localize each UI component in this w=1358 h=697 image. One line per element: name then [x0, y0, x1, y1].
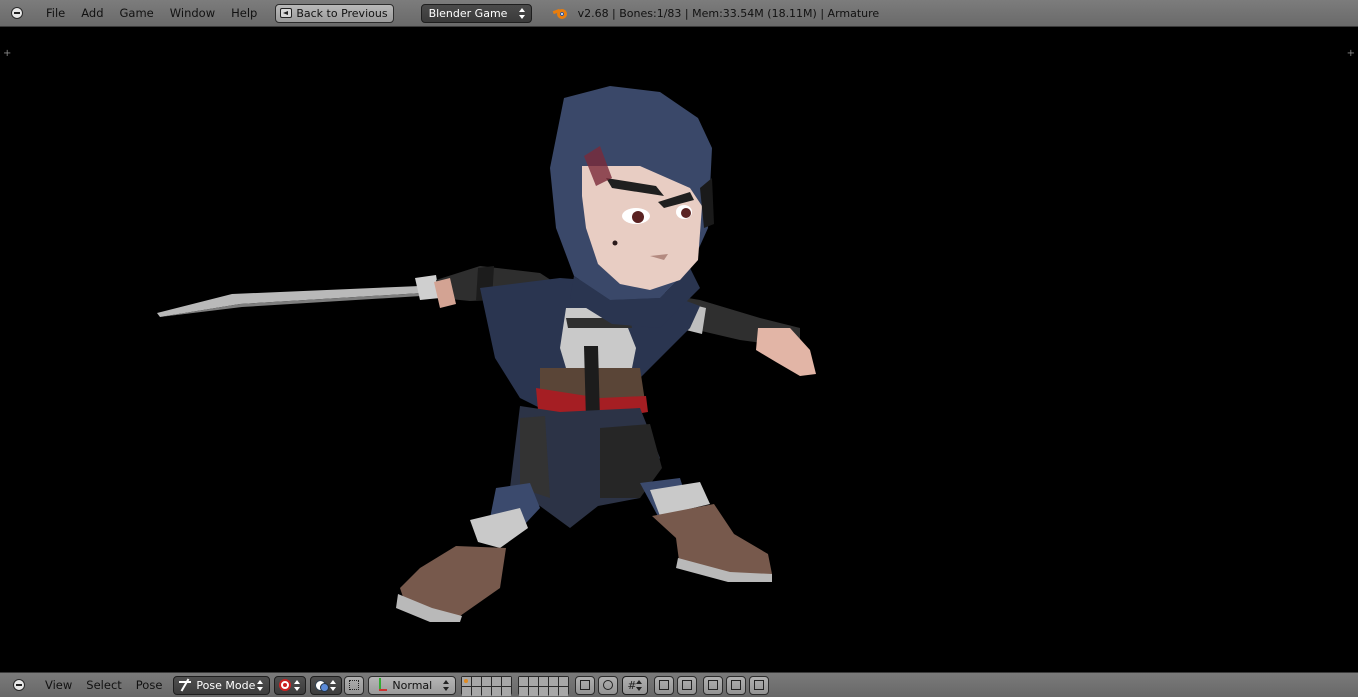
updown-arrows-icon — [518, 7, 526, 19]
copy-pose-button[interactable] — [703, 675, 724, 695]
lock-to-scene-button[interactable] — [575, 675, 596, 695]
3d-viewport[interactable]: + + — [0, 28, 1358, 671]
layer-15[interactable] — [502, 686, 512, 696]
view-menu-bar: View Select Pose — [38, 673, 169, 697]
updown-arrows-icon — [443, 679, 450, 691]
proportional-edit-icon — [603, 680, 614, 690]
menu-help[interactable]: Help — [223, 0, 265, 27]
only-selected-pivot-button[interactable] — [344, 675, 365, 695]
back-arrow-icon — [280, 8, 293, 18]
interaction-mode-select[interactable]: Pose Mode — [173, 675, 271, 695]
layer-11[interactable] — [462, 686, 472, 696]
layer-6[interactable] — [519, 676, 529, 686]
menu-add[interactable]: Add — [73, 0, 111, 27]
area-collapse-icon[interactable] — [13, 679, 25, 691]
opengl-animation-button[interactable] — [677, 675, 698, 695]
layer-5[interactable] — [502, 676, 512, 686]
layer-19[interactable] — [549, 686, 559, 696]
menu-window[interactable]: Window — [162, 0, 223, 27]
snap-element-select[interactable]: # — [622, 675, 649, 695]
copy-pose-icon — [708, 680, 719, 690]
scene-layers-group-1[interactable] — [461, 675, 513, 696]
updown-arrows-icon — [330, 679, 337, 691]
scene-layers-group-2[interactable] — [518, 675, 570, 696]
head — [550, 86, 714, 328]
viewport-shading-select[interactable] — [310, 675, 343, 695]
menu-file[interactable]: File — [38, 0, 73, 27]
back-to-previous-label: Back to Previous — [296, 6, 388, 20]
layer-8[interactable] — [539, 676, 549, 686]
layer-9[interactable] — [549, 676, 559, 686]
layer-1[interactable] — [462, 676, 472, 686]
layer-10[interactable] — [559, 676, 569, 686]
layer-2[interactable] — [472, 676, 482, 686]
sword-model — [157, 275, 440, 317]
menu-select[interactable]: Select — [79, 673, 128, 697]
info-header: File Add Game Window Help Back to Previo… — [0, 0, 1358, 27]
snap-increment-icon: # — [627, 678, 637, 692]
layer-16[interactable] — [519, 686, 529, 696]
back-to-previous-button[interactable]: Back to Previous — [275, 3, 394, 23]
proportional-editing-button[interactable] — [598, 675, 619, 695]
layer-12[interactable] — [472, 686, 482, 696]
3d-view-header: View Select Pose Pose Mode Normal # — [0, 672, 1358, 697]
pivot-point-select[interactable] — [274, 675, 307, 695]
paste-pose-button[interactable] — [726, 675, 747, 695]
layer-20[interactable] — [559, 686, 569, 696]
transform-orientation-select[interactable]: Normal — [368, 675, 457, 695]
render-engine-value: Blender Game — [428, 6, 508, 20]
paste-flipped-pose-button[interactable] — [749, 675, 770, 695]
clapper-render-icon — [682, 680, 693, 690]
paste-flipped-pose-icon — [754, 680, 765, 690]
area-collapse-icon[interactable] — [11, 7, 23, 19]
updown-arrows-icon — [294, 679, 301, 691]
menu-pose[interactable]: Pose — [129, 673, 170, 697]
main-menu: File Add Game Window Help — [38, 0, 265, 27]
render-engine-select[interactable]: Blender Game — [420, 3, 532, 23]
pivot-point-icon — [279, 679, 292, 691]
pose-mode-icon — [178, 678, 192, 692]
character-model — [157, 86, 816, 622]
layer-3[interactable] — [482, 676, 492, 686]
pivot-dots-icon — [349, 680, 360, 690]
layer-17[interactable] — [529, 686, 539, 696]
updown-arrows-icon — [257, 679, 264, 691]
opengl-render-button[interactable] — [654, 675, 675, 695]
layer-7[interactable] — [529, 676, 539, 686]
menu-game[interactable]: Game — [112, 0, 162, 27]
menu-view[interactable]: View — [38, 673, 79, 697]
layer-13[interactable] — [482, 686, 492, 696]
blender-logo-icon — [552, 7, 568, 20]
scene-stats: v2.68 | Bones:1/83 | Mem:33.54M (18.11M)… — [577, 6, 880, 20]
layer-18[interactable] — [539, 686, 549, 696]
layer-4[interactable] — [492, 676, 502, 686]
scene-lock-icon — [580, 680, 591, 690]
manipulator-axes-icon — [373, 678, 388, 692]
shading-solid-icon — [315, 679, 330, 692]
paste-pose-icon — [731, 680, 742, 690]
camera-render-icon — [659, 680, 670, 690]
updown-arrows-icon — [636, 679, 643, 691]
transform-orientation-value: Normal — [392, 678, 433, 692]
interaction-mode-value: Pose Mode — [196, 678, 256, 692]
layer-14[interactable] — [492, 686, 502, 696]
